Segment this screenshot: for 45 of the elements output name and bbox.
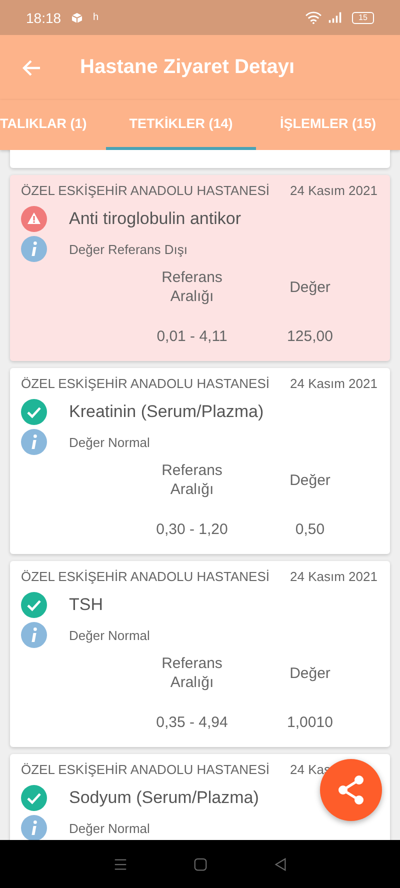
reference-range: 0,01 - 4,11	[156, 328, 228, 345]
tab[interactable]: İŞLEMLER (15)	[256, 100, 400, 150]
wifi-icon	[305, 11, 322, 24]
status-text: Değer Normal	[69, 820, 150, 836]
status-text: Değer Normal	[69, 628, 150, 642]
reference-range: 0,35 - 4,94	[156, 714, 228, 731]
tab[interactable]: TALIKLAR (1)	[0, 100, 106, 150]
result-date: 24 Kasım 2021	[290, 569, 378, 584]
menu-icon[interactable]	[112, 856, 128, 872]
result-value: 1,0010	[287, 714, 333, 731]
home-icon[interactable]	[192, 856, 208, 872]
clock-time: 18:18	[26, 10, 62, 26]
cube-icon	[71, 12, 84, 24]
test-name: TSH	[69, 595, 103, 615]
hospital-name: ÖZEL ESKİŞEHİR ANADOLU HASTANESİ	[21, 569, 270, 584]
result-date: 24 Kasım 2021	[290, 376, 378, 391]
column-header: Referans Aralığı	[160, 461, 224, 499]
reference-range: 0,30 - 1,20	[156, 521, 228, 538]
result-date: 24 Kasım 2021	[290, 183, 378, 198]
check-icon	[21, 592, 47, 618]
signal-icon	[328, 12, 342, 23]
back-icon[interactable]	[272, 856, 288, 872]
status-text: Değer Referans Dışı	[69, 242, 188, 256]
warning-icon	[21, 206, 47, 232]
check-icon	[21, 785, 47, 811]
test-name: Anti tiroglobulin antikor	[69, 209, 241, 229]
column-header: Değer	[288, 278, 332, 296]
hospital-name: ÖZEL ESKİŞEHİR ANADOLU HASTANESİ	[21, 376, 270, 391]
test-name: Sodyum (Serum/Plazma)	[69, 788, 259, 808]
result-value: 0,50	[295, 521, 325, 538]
column-header: Referans Aralığı	[160, 654, 224, 692]
result-value: 125,00	[287, 328, 333, 345]
screen-title: Hastane Ziyaret Detayı	[80, 56, 295, 79]
battery-icon: 15	[352, 12, 374, 24]
column-header: Değer	[288, 664, 332, 682]
info-icon[interactable]	[21, 815, 47, 841]
status-text: Değer Normal	[69, 434, 150, 450]
notification-text: h	[93, 12, 99, 23]
test-name: Kreatinin (Serum/Plazma)	[69, 402, 264, 422]
check-icon	[21, 399, 47, 425]
column-header: Değer	[288, 470, 332, 490]
hospital-name: ÖZEL ESKİŞEHİR ANADOLU HASTANESİ	[21, 762, 270, 777]
hospital-name: ÖZEL ESKİŞEHİR ANADOLU HASTANESİ	[21, 183, 270, 198]
back-arrow-icon[interactable]	[22, 58, 42, 78]
column-header: Referans Aralığı	[160, 268, 224, 306]
